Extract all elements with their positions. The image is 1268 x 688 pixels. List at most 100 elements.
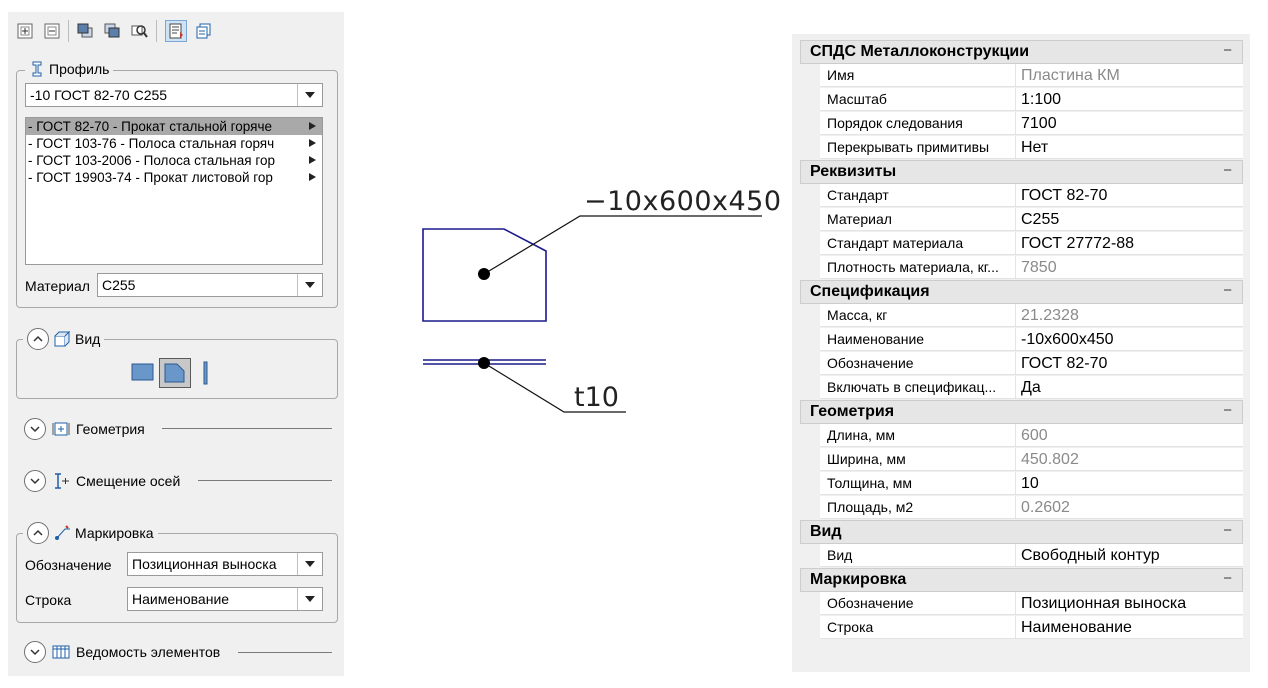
property-value[interactable]: Да <box>1016 376 1243 399</box>
standard-list-item-label: - ГОСТ 103-76 - Полоса стальная горяч <box>28 136 275 151</box>
chevron-down-icon <box>30 426 40 433</box>
property-value: 21.2328 <box>1016 304 1243 327</box>
properties-mode-icon[interactable] <box>165 20 187 42</box>
axes-offset-section-label: Смещение осей <box>76 473 181 489</box>
leader-icon <box>55 525 70 540</box>
property-name: Длина, мм <box>820 424 1016 447</box>
chevron-down-icon[interactable] <box>297 553 322 575</box>
elements-list-section-header[interactable]: Ведомость элементов <box>24 641 220 663</box>
property-value[interactable]: С255 <box>1016 208 1243 231</box>
collapse-icon[interactable]: − <box>1223 282 1232 299</box>
search-object-icon[interactable] <box>128 20 150 42</box>
property-value[interactable]: Нет <box>1016 136 1243 159</box>
property-value[interactable]: 1:100 <box>1016 88 1243 111</box>
collapse-icon[interactable]: − <box>1223 402 1232 419</box>
property-category[interactable]: Реквизиты − <box>800 160 1243 184</box>
collapse-icon[interactable]: − <box>1223 162 1232 179</box>
property-name: Стандарт <box>820 184 1016 207</box>
standards-list[interactable]: - ГОСТ 82-70 - Прокат стальной горяче - Г… <box>25 117 323 265</box>
material-label: Материал <box>25 278 90 294</box>
property-name: Масштаб <box>820 88 1016 111</box>
property-row[interactable]: Толщина, мм 10 <box>800 472 1243 496</box>
standard-list-item[interactable]: - ГОСТ 103-2006 - Полоса стальная гор <box>26 152 322 169</box>
standard-list-item[interactable]: - ГОСТ 19903-74 - Прокат листовой гор <box>26 169 322 186</box>
expand-axes-offset-button[interactable] <box>24 470 46 492</box>
profile-select-value: -10 ГОСТ 82-70 С255 <box>30 87 168 103</box>
property-category[interactable]: Спецификация − <box>800 280 1243 304</box>
property-row[interactable]: Имя Пластина КМ <box>800 64 1243 88</box>
collapse-icon[interactable]: − <box>1223 522 1232 539</box>
view-side-button[interactable] <box>201 360 211 386</box>
table-icon <box>52 645 70 659</box>
property-category[interactable]: Геометрия − <box>800 400 1243 424</box>
property-row[interactable]: Материал С255 <box>800 208 1243 232</box>
property-row[interactable]: Площадь, м2 0.2602 <box>800 496 1243 520</box>
geometry-icon <box>52 422 70 436</box>
property-category[interactable]: Маркировка − <box>800 568 1243 592</box>
leader-line-top <box>483 215 762 275</box>
copy-properties-icon[interactable] <box>193 20 215 42</box>
profile-select[interactable]: -10 ГОСТ 82-70 С255 <box>25 83 323 107</box>
designation-select[interactable]: Позиционная выноска <box>127 552 323 576</box>
property-name: Обозначение <box>820 352 1016 375</box>
bring-front-icon[interactable] <box>74 20 96 42</box>
standard-list-item[interactable]: - ГОСТ 103-76 - Полоса стальная горяч <box>26 135 322 152</box>
chevron-right-icon[interactable] <box>309 173 316 181</box>
property-row[interactable]: Перекрывать примитивы Нет <box>800 136 1243 160</box>
axes-offset-section-header[interactable]: Смещение осей <box>24 470 180 492</box>
property-row[interactable]: Обозначение ГОСТ 82-70 <box>800 352 1243 376</box>
view-rectangle-button[interactable] <box>131 360 155 384</box>
row-select[interactable]: Наименование <box>127 587 323 611</box>
property-category[interactable]: СПДС Металлоконструкции − <box>800 40 1243 64</box>
property-row[interactable]: Плотность материала, кг... 7850 <box>800 256 1243 280</box>
view-free-contour-button[interactable] <box>159 358 191 388</box>
property-row[interactable]: Длина, мм 600 <box>800 424 1243 448</box>
cube-icon <box>54 330 71 347</box>
property-name: Наименование <box>820 328 1016 351</box>
drawing-canvas[interactable]: −10x600x450 t10 <box>400 170 781 430</box>
collapse-icon[interactable]: − <box>1223 570 1232 587</box>
property-category-title: СПДС Металлоконструкции <box>810 43 1030 60</box>
property-value[interactable]: 10 <box>1016 472 1243 495</box>
property-row[interactable]: Обозначение Позиционная выноска <box>800 592 1243 616</box>
expand-geometry-button[interactable] <box>24 418 46 440</box>
standard-list-item[interactable]: - ГОСТ 82-70 - Прокат стальной горяче <box>26 118 322 135</box>
property-value[interactable]: ГОСТ 82-70 <box>1016 352 1243 375</box>
collapse-all-icon[interactable] <box>41 20 63 42</box>
collapse-view-button[interactable] <box>27 328 49 350</box>
chevron-down-icon[interactable] <box>297 274 322 296</box>
material-select[interactable]: С255 <box>97 273 323 297</box>
send-back-icon[interactable] <box>101 20 123 42</box>
property-row[interactable]: Масса, кг 21.2328 <box>800 304 1243 328</box>
collapse-marking-button[interactable] <box>27 522 49 544</box>
geometry-section-header[interactable]: Геометрия <box>24 418 145 440</box>
property-row[interactable]: Вид Свободный контур <box>800 544 1243 568</box>
expand-all-icon[interactable] <box>14 20 36 42</box>
collapse-icon[interactable]: − <box>1223 42 1232 59</box>
property-value[interactable]: Наименование <box>1016 616 1243 639</box>
property-row[interactable]: Наименование -10x600x450 <box>800 328 1243 352</box>
property-category[interactable]: Вид − <box>800 520 1243 544</box>
expand-elements-list-button[interactable] <box>24 641 46 663</box>
property-value[interactable]: Позиционная выноска <box>1016 592 1243 615</box>
property-row[interactable]: Масштаб 1:100 <box>800 88 1243 112</box>
property-row[interactable]: Стандарт ГОСТ 82-70 <box>800 184 1243 208</box>
property-value[interactable]: -10x600x450 <box>1016 328 1243 351</box>
chevron-right-icon[interactable] <box>309 139 316 147</box>
property-value[interactable]: ГОСТ 82-70 <box>1016 184 1243 207</box>
property-row[interactable]: Порядок следования 7100 <box>800 112 1243 136</box>
property-row[interactable]: Строка Наименование <box>800 616 1243 640</box>
chevron-right-icon[interactable] <box>309 122 316 130</box>
property-row[interactable]: Стандарт материала ГОСТ 27772-88 <box>800 232 1243 256</box>
chevron-down-icon[interactable] <box>297 588 322 610</box>
property-value[interactable]: ГОСТ 27772-88 <box>1016 232 1243 255</box>
property-name: Строка <box>820 616 1016 639</box>
property-row[interactable]: Ширина, мм 450.802 <box>800 448 1243 472</box>
geometry-section-label: Геометрия <box>76 421 145 437</box>
chevron-down-icon[interactable] <box>297 84 322 106</box>
row-label: Строка <box>25 592 72 608</box>
property-value[interactable]: 7100 <box>1016 112 1243 135</box>
chevron-right-icon[interactable] <box>309 156 316 164</box>
property-row[interactable]: Включать в спецификац... Да <box>800 376 1243 400</box>
property-value[interactable]: Свободный контур <box>1016 544 1243 567</box>
